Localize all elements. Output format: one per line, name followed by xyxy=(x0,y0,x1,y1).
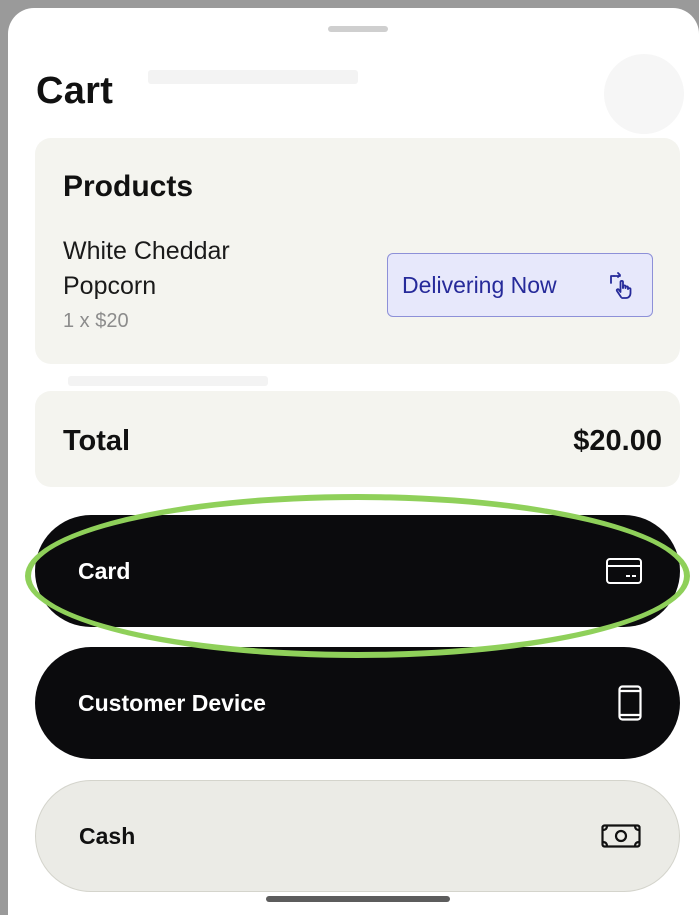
total-value: $20.00 xyxy=(573,425,662,457)
phone-icon xyxy=(618,685,642,721)
cart-sheet: Cart Products White Cheddar Popcorn 1 x … xyxy=(8,8,699,915)
product-name: White Cheddar Popcorn xyxy=(63,237,230,300)
pay-card-label: Card xyxy=(78,557,131,584)
credit-card-icon xyxy=(606,558,642,584)
total-label: Total xyxy=(63,425,131,457)
sheet-grabber[interactable] xyxy=(328,26,388,32)
pay-cash-label: Cash xyxy=(79,822,136,849)
pay-customer-device-label: Customer Device xyxy=(78,689,266,716)
page-title: Cart xyxy=(36,70,114,112)
delivering-now-button[interactable]: Delivering Now xyxy=(387,253,653,317)
products-heading: Products xyxy=(63,170,194,203)
products-card: Products White Cheddar Popcorn 1 x $20 D… xyxy=(35,138,680,364)
pay-customer-device-button[interactable]: Customer Device xyxy=(35,647,680,759)
background-avatar xyxy=(604,54,684,134)
product-quantity: 1 x $20 xyxy=(63,310,129,332)
pay-card-button[interactable]: Card xyxy=(35,515,680,627)
background-text xyxy=(68,376,268,386)
banknote-icon xyxy=(601,824,641,848)
home-indicator xyxy=(266,896,450,902)
delivering-now-label: Delivering Now xyxy=(402,271,557,298)
background-text xyxy=(148,70,358,84)
pay-cash-button[interactable]: Cash xyxy=(35,780,680,892)
swipe-tap-icon xyxy=(610,272,632,299)
total-card: Total $20.00 xyxy=(35,391,680,487)
